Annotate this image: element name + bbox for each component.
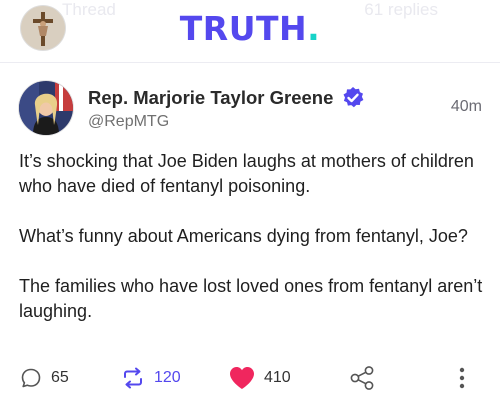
retruth-count: 120 bbox=[154, 369, 181, 386]
post-card[interactable]: Rep. Marjorie Taylor Greene @RepMTG 40m … bbox=[0, 63, 500, 402]
heart-icon bbox=[230, 367, 254, 389]
reply-button[interactable]: 65 bbox=[19, 361, 69, 395]
share-button[interactable] bbox=[348, 361, 376, 395]
share-icon bbox=[350, 366, 374, 390]
verified-badge-icon bbox=[343, 87, 364, 108]
author-name[interactable]: Rep. Marjorie Taylor Greene bbox=[88, 87, 333, 109]
truth-logo[interactable]: TRUTH. bbox=[0, 9, 500, 48]
post-paragraph: The families who have lost loved ones fr… bbox=[19, 276, 483, 321]
author-photo-icon bbox=[19, 81, 73, 135]
post-paragraph: It’s shocking that Joe Biden laughs at m… bbox=[19, 151, 474, 196]
reply-count: 65 bbox=[51, 369, 69, 386]
like-button[interactable]: 410 bbox=[228, 361, 291, 395]
author-row: Rep. Marjorie Taylor Greene bbox=[88, 86, 365, 110]
logo-text: TRUTH bbox=[179, 9, 308, 48]
author-handle[interactable]: @RepMTG bbox=[88, 113, 169, 131]
top-bar: Thread 61 replies TRUTH. bbox=[0, 0, 500, 62]
post-timestamp: 40m bbox=[450, 98, 482, 115]
retruth-icon bbox=[124, 367, 142, 389]
more-options-button[interactable] bbox=[457, 361, 467, 395]
logo-dot: . bbox=[307, 9, 321, 48]
like-count: 410 bbox=[264, 369, 291, 386]
post-body: It’s shocking that Joe Biden laughs at m… bbox=[19, 149, 487, 349]
retruth-button[interactable]: 120 bbox=[120, 361, 181, 395]
post-paragraph: What’s funny about Americans dying from … bbox=[19, 226, 468, 246]
author-avatar[interactable] bbox=[19, 81, 73, 135]
post-actions: 65 120 410 bbox=[0, 361, 500, 395]
more-vertical-icon bbox=[459, 367, 465, 389]
reply-icon bbox=[21, 368, 41, 388]
